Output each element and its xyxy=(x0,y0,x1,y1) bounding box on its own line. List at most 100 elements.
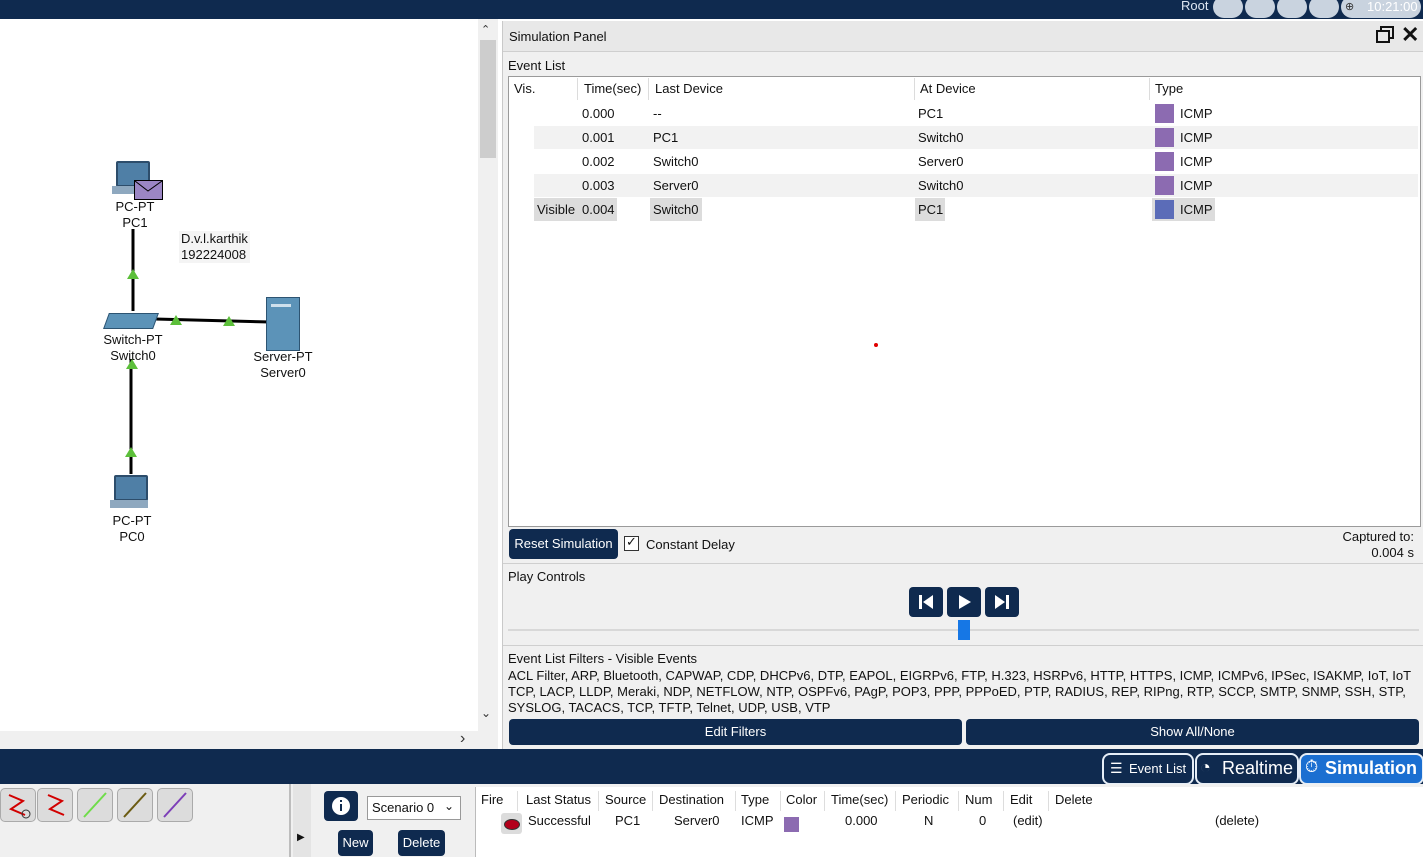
constant-delay-checkbox[interactable]: ✓ xyxy=(624,534,639,551)
chevron-right-icon[interactable]: › xyxy=(460,730,465,748)
simulation-panel-header xyxy=(503,21,1423,52)
scenario-select[interactable]: Scenario 0 ⌄ xyxy=(367,796,461,820)
skip-forward-icon xyxy=(995,595,1009,609)
link-light-pc1 xyxy=(127,269,139,279)
new-scenario-button[interactable]: New xyxy=(338,830,373,856)
pdu-column-header[interactable]: Time(sec) xyxy=(831,791,888,809)
event-list-label: Event List xyxy=(508,58,566,73)
play-controls-label: Play Controls xyxy=(508,569,586,584)
close-icon[interactable]: ✕ xyxy=(1401,22,1419,48)
column-header[interactable]: Vis. xyxy=(508,78,578,100)
play-speed-slider-thumb[interactable] xyxy=(958,620,970,640)
chevron-down-icon: ⌄ xyxy=(444,799,455,813)
simulation-mode-button[interactable]: ⏱ Simulation xyxy=(1299,753,1423,785)
device-type-label: PC-PT xyxy=(112,513,152,528)
event-last-device: Server0 xyxy=(653,178,699,193)
column-header[interactable]: Type xyxy=(1149,78,1417,100)
undo-icon[interactable] xyxy=(1213,0,1243,18)
restore-window-icon[interactable] xyxy=(1376,25,1394,43)
event-type: ICMP xyxy=(1180,130,1213,145)
reset-simulation-button[interactable]: Reset Simulation xyxy=(509,529,618,559)
workspace-horizontal-scrollbar[interactable] xyxy=(0,731,498,749)
captured-label: Captured to: xyxy=(1342,529,1414,544)
pdu-column-header[interactable]: Color xyxy=(786,791,817,809)
back-button[interactable] xyxy=(909,587,943,617)
note-label: D.v.l.karthik 192224008 xyxy=(179,231,250,263)
device-type-label: Server-PT xyxy=(253,349,313,364)
info-icon xyxy=(332,797,350,815)
globe-icon: ⊕ xyxy=(1345,1,1355,13)
event-type: ICMP xyxy=(1180,178,1213,193)
pdu-column-header[interactable]: Source xyxy=(605,791,646,809)
event-time: 0.000 xyxy=(582,106,615,121)
straight-cable-icon[interactable] xyxy=(77,788,113,822)
switch0-device[interactable] xyxy=(103,307,159,331)
device-type-label: PC-PT xyxy=(115,199,155,214)
server0-device[interactable] xyxy=(266,297,300,351)
chevron-up-icon[interactable]: ⌃ xyxy=(481,23,490,36)
delete-scenario-button[interactable]: Delete xyxy=(398,830,445,856)
scenario-info-button[interactable] xyxy=(324,791,358,821)
cloud-add-icon[interactable] xyxy=(1245,0,1275,18)
panel-title: Simulation Panel xyxy=(509,29,607,44)
column-header[interactable]: At Device xyxy=(914,78,1150,100)
fiber-cable-icon[interactable] xyxy=(157,788,193,822)
pdu-column-header[interactable]: Destination xyxy=(659,791,724,809)
pdu-source: PC1 xyxy=(615,813,641,828)
mountain-icon[interactable] xyxy=(1309,0,1339,18)
pdu-edit-link[interactable]: (edit) xyxy=(1013,812,1043,830)
realtime-mode-button[interactable]: ◔ Realtime xyxy=(1195,753,1299,785)
link-light-switch-a xyxy=(170,315,182,325)
pdu-status: Successful xyxy=(528,813,591,828)
event-color-swatch xyxy=(1155,200,1174,219)
column-header[interactable]: Last Device xyxy=(649,78,915,100)
topology-links xyxy=(129,229,271,474)
column-header[interactable]: Time(sec) xyxy=(578,78,649,100)
pdu-column-header[interactable]: Last Status xyxy=(526,791,591,809)
panel-splitter[interactable]: ▶ xyxy=(293,784,311,857)
pdu-column-header[interactable]: Type xyxy=(741,791,769,809)
pdu-destination: Server0 xyxy=(674,813,720,828)
event-time: 0.004 xyxy=(582,202,615,217)
stopwatch-icon: ⏱ xyxy=(1305,757,1319,776)
pdu-column-header[interactable]: Edit xyxy=(1010,791,1032,809)
scrollbar-thumb[interactable] xyxy=(480,40,496,158)
pdu-column-header[interactable]: Delete xyxy=(1055,791,1093,809)
fire-pdu-button[interactable] xyxy=(501,813,522,834)
event-type: ICMP xyxy=(1180,202,1213,217)
pdu-column-header[interactable]: Periodic xyxy=(902,791,949,809)
auto-connection-icon[interactable] xyxy=(0,788,36,822)
pdu-type: ICMP xyxy=(741,813,774,828)
envelope-pdu-icon[interactable] xyxy=(134,180,163,200)
note-line2: 192224008 xyxy=(181,247,247,262)
pdu-delete-link[interactable]: (delete) xyxy=(1215,812,1259,830)
pc0-device[interactable] xyxy=(110,475,150,511)
user-label: Root xyxy=(1181,0,1209,13)
show-all-none-button[interactable]: Show All/None xyxy=(966,719,1419,745)
pdu-column-header[interactable]: Fire xyxy=(481,791,503,809)
event-color-swatch xyxy=(1155,176,1174,195)
play-button[interactable] xyxy=(947,587,981,617)
chevron-down-icon[interactable]: ⌄ xyxy=(481,706,491,720)
pdu-num: 0 xyxy=(979,813,987,828)
event-at-device: PC1 xyxy=(918,106,944,121)
event-list-mode-button[interactable]: ☰ Event List xyxy=(1102,753,1194,785)
move-icon[interactable] xyxy=(1277,0,1307,18)
scenario-selected-label: Scenario 0 xyxy=(372,800,435,815)
pdu-column-header[interactable]: Num xyxy=(965,791,992,809)
event-row[interactable] xyxy=(534,102,1418,125)
server-icon xyxy=(271,304,291,307)
event-at-device: Server0 xyxy=(918,154,964,169)
device-name-label: Server0 xyxy=(260,365,306,380)
event-last-device: -- xyxy=(653,106,662,121)
edit-filters-button[interactable]: Edit Filters xyxy=(509,719,962,745)
crossover-cable-icon[interactable] xyxy=(117,788,153,822)
device-name-label: PC0 xyxy=(119,529,145,544)
capture-forward-button[interactable] xyxy=(985,587,1019,617)
cursor-dot xyxy=(874,343,878,347)
console-cable-icon[interactable] xyxy=(37,788,73,822)
event-last-device: PC1 xyxy=(653,130,679,145)
device-type-label: Switch-PT xyxy=(103,332,163,347)
clock-widget: ⊕ 10:21:00 xyxy=(1341,0,1421,18)
event-at-device: Switch0 xyxy=(918,130,964,145)
